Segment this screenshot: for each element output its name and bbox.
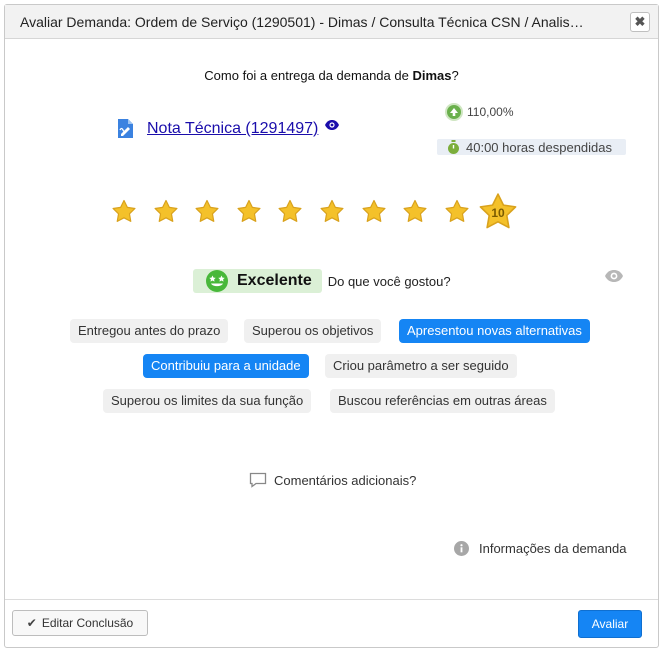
selected-star-value: 10 — [492, 206, 506, 220]
hours-value: 40:00 horas despendidas — [466, 139, 613, 155]
rating-label: Excelente — [237, 272, 312, 289]
star-9-icon[interactable] — [444, 198, 470, 224]
chip-superou-objetivos[interactable]: Superou os objetivos — [244, 319, 382, 343]
star-eyes-emoji-icon — [206, 270, 228, 292]
info-label: Informações da demanda — [479, 541, 627, 556]
evaluation-dialog: Avaliar Demanda: Ordem de Serviço (12905… — [4, 4, 659, 648]
star-1-icon[interactable] — [111, 198, 137, 224]
star-rating: 10 — [101, 187, 561, 231]
visibility-eye-icon[interactable] — [604, 269, 624, 283]
deliverable-link-row: Nota Técnica (1291497) — [115, 118, 340, 140]
comments-label: Comentários adicionais? — [274, 472, 417, 488]
close-button[interactable]: ✖ — [630, 12, 650, 32]
deliverable-link[interactable]: Nota Técnica (1291497) — [147, 120, 318, 138]
comments-toggle[interactable]: Comentários adicionais? — [249, 472, 416, 488]
arrow-up-icon — [445, 103, 463, 121]
view-eye-icon[interactable] — [324, 119, 340, 131]
dialog-titlebar: Avaliar Demanda: Ordem de Serviço (12905… — [5, 5, 658, 39]
star-3-icon[interactable] — [194, 198, 220, 224]
question-suffix: ? — [451, 68, 459, 83]
star-4-icon[interactable] — [236, 198, 262, 224]
chip-entregou-antes[interactable]: Entregou antes do prazo — [70, 319, 229, 343]
star-5-icon[interactable] — [277, 198, 303, 224]
star-7-icon[interactable] — [361, 198, 387, 224]
liked-question: Do que você gostou? — [327, 273, 451, 289]
chip-superou-limites[interactable]: Superou os limites da sua função — [103, 389, 312, 413]
chip-criou-parametro[interactable]: Criou parâmetro a ser seguido — [325, 354, 517, 378]
performance-percent: 110,00% — [445, 103, 513, 121]
check-icon: ✔ — [26, 616, 37, 630]
dialog-footer: ✔ Editar Conclusão Avaliar — [5, 599, 658, 650]
stopwatch-icon — [448, 139, 459, 154]
star-6-icon[interactable] — [319, 198, 345, 224]
edit-conclusion-label: Editar Conclusão — [41, 616, 134, 630]
chip-novas-alternativas[interactable]: Apresentou novas alternativas — [399, 319, 590, 343]
chip-buscou-referencias[interactable]: Buscou referências em outras áreas — [330, 389, 555, 413]
edit-conclusion-button[interactable]: ✔ Editar Conclusão — [12, 610, 148, 636]
demand-info-toggle[interactable]: Informações da demanda — [454, 541, 626, 556]
chip-contribuiu-unidade[interactable]: Contribuiu para a unidade — [143, 354, 309, 378]
hours-spent: 40:00 horas despendidas — [437, 139, 626, 155]
question-person-name: Dimas — [412, 68, 452, 83]
comment-bubble-icon — [249, 472, 267, 488]
rating-summary: Excelente Do que você gostou? — [193, 269, 451, 293]
submit-rating-button[interactable]: Avaliar — [578, 610, 642, 638]
rating-badge: Excelente — [193, 269, 322, 293]
star-2-icon[interactable] — [153, 198, 179, 224]
info-icon — [454, 541, 469, 556]
dialog-title: Avaliar Demanda: Ordem de Serviço (12905… — [20, 14, 590, 30]
star-10-icon[interactable]: 10 — [478, 191, 518, 231]
delivery-question: Como foi a entrega da demanda de Dimas? — [5, 68, 658, 83]
star-8-icon[interactable] — [402, 198, 428, 224]
percent-value: 110,00% — [467, 105, 514, 119]
document-edit-icon — [118, 119, 133, 138]
question-prefix: Como foi a entrega da demanda de — [204, 68, 413, 83]
